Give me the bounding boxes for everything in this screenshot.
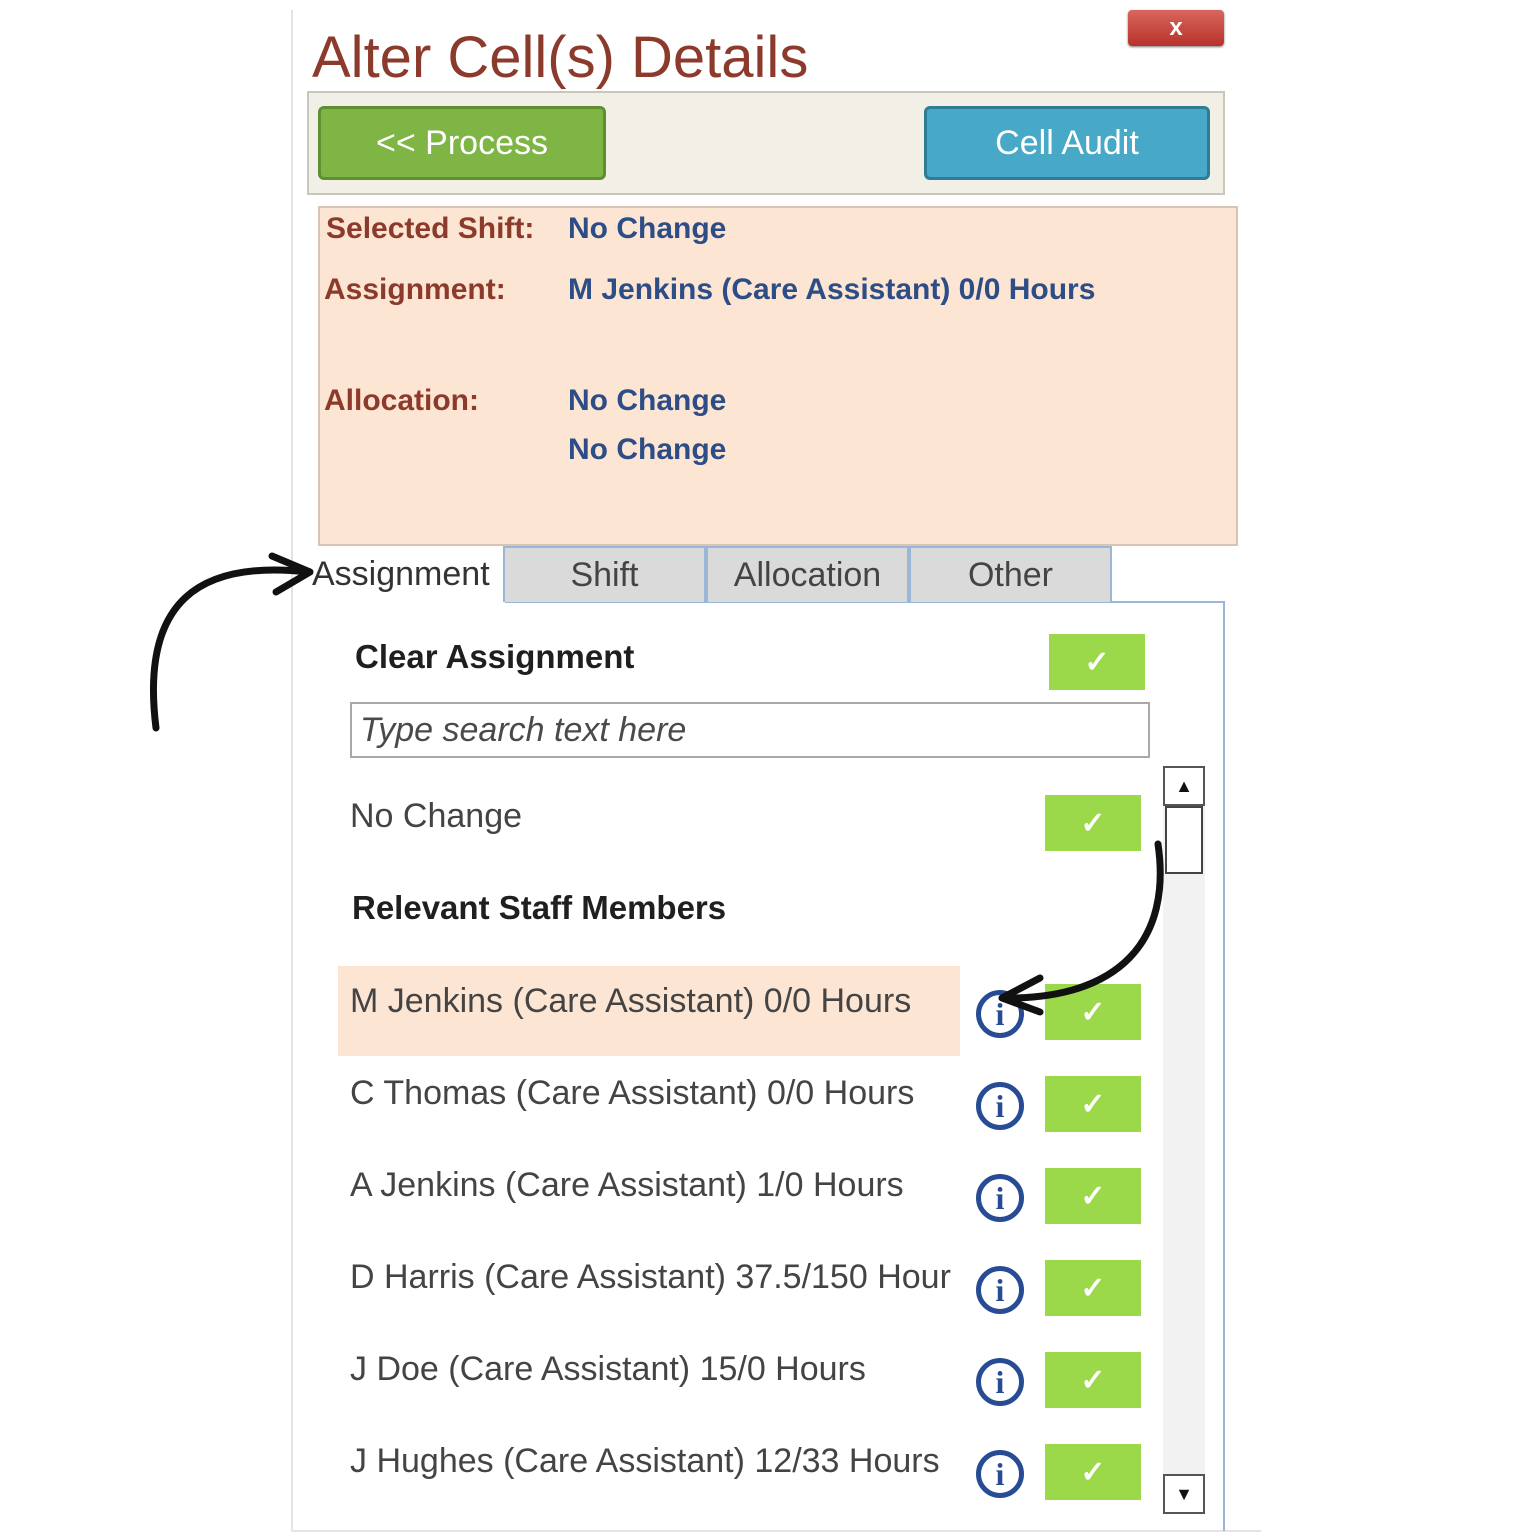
select-staff-button[interactable]: ✓ xyxy=(1045,1076,1141,1132)
staff-row: J Doe (Care Assistant) 15/0 Hours i ✓ xyxy=(0,1340,1160,1432)
arrow-down-icon: ▼ xyxy=(1175,1483,1193,1504)
tab-allocation[interactable]: Allocation xyxy=(706,546,909,602)
check-icon: ✓ xyxy=(1084,645,1110,679)
select-staff-button[interactable]: ✓ xyxy=(1045,1352,1141,1408)
close-button[interactable]: x xyxy=(1128,10,1224,46)
allocation-label: Allocation: xyxy=(324,384,479,417)
tab-assignment[interactable]: Assignment xyxy=(312,546,502,602)
cell-audit-button[interactable]: Cell Audit xyxy=(924,106,1210,180)
info-icon[interactable]: i xyxy=(976,1358,1024,1406)
staff-row: M Jenkins (Care Assistant) 0/0 Hours i ✓ xyxy=(0,972,1160,1064)
info-icon[interactable]: i xyxy=(976,1450,1024,1498)
selected-shift-value: No Change xyxy=(568,212,727,245)
panel-right-border xyxy=(1223,601,1225,1531)
staff-row: J Hughes (Care Assistant) 12/33 Hours i … xyxy=(0,1432,1160,1524)
dialog-bottom-border xyxy=(291,1530,1261,1532)
staff-name[interactable]: D Harris (Care Assistant) 37.5/150 Hour xyxy=(350,1258,951,1297)
no-change-label: No Change xyxy=(350,797,523,835)
check-icon: ✓ xyxy=(1080,1087,1106,1121)
tab-shift[interactable]: Shift xyxy=(503,546,706,602)
check-icon: ✓ xyxy=(1080,995,1106,1029)
check-icon: ✓ xyxy=(1080,1363,1106,1397)
allocation-value-primary: No Change xyxy=(568,384,727,417)
staff-name[interactable]: J Hughes (Care Assistant) 12/33 Hours xyxy=(350,1442,940,1481)
select-staff-button[interactable]: ✓ xyxy=(1045,1260,1141,1316)
select-staff-button[interactable]: ✓ xyxy=(1045,984,1141,1040)
tab-other[interactable]: Other xyxy=(909,546,1112,602)
staff-list-scrollbar[interactable] xyxy=(1163,766,1205,1514)
info-icon[interactable]: i xyxy=(976,1082,1024,1130)
check-icon: ✓ xyxy=(1080,1179,1106,1213)
staff-name[interactable]: C Thomas (Care Assistant) 0/0 Hours xyxy=(350,1074,914,1113)
scroll-up-button[interactable]: ▲ xyxy=(1163,766,1205,806)
check-icon: ✓ xyxy=(1080,1455,1106,1489)
info-icon[interactable]: i xyxy=(976,1266,1024,1314)
staff-row: D Harris (Care Assistant) 37.5/150 Hour … xyxy=(0,1248,1160,1340)
selection-summary: Selected Shift: No Change Assignment: M … xyxy=(318,206,1238,546)
arrow-to-assignment-tab xyxy=(149,566,312,732)
allocation-value-secondary: No Change xyxy=(568,433,727,466)
info-icon[interactable]: i xyxy=(976,1174,1024,1222)
selected-shift-label: Selected Shift: xyxy=(326,212,535,245)
close-icon: x xyxy=(1169,14,1183,41)
process-button[interactable]: << Process xyxy=(318,106,606,180)
clear-assignment-button[interactable]: ✓ xyxy=(1049,634,1145,690)
info-icon[interactable]: i xyxy=(976,990,1024,1038)
scroll-down-button[interactable]: ▼ xyxy=(1163,1474,1205,1514)
check-icon: ✓ xyxy=(1080,806,1106,840)
select-staff-button[interactable]: ✓ xyxy=(1045,1168,1141,1224)
staff-name[interactable]: A Jenkins (Care Assistant) 1/0 Hours xyxy=(350,1166,904,1205)
arrow-up-icon: ▲ xyxy=(1175,775,1193,796)
staff-row: A Jenkins (Care Assistant) 1/0 Hours i ✓ xyxy=(0,1156,1160,1248)
clear-assignment-label: Clear Assignment xyxy=(355,638,635,675)
assignment-label: Assignment: xyxy=(324,273,506,306)
staff-search-input[interactable] xyxy=(350,702,1150,758)
no-change-button[interactable]: ✓ xyxy=(1045,795,1141,851)
assignment-value: M Jenkins (Care Assistant) 0/0 Hours xyxy=(568,273,1096,306)
staff-name[interactable]: J Doe (Care Assistant) 15/0 Hours xyxy=(350,1350,866,1389)
select-staff-button[interactable]: ✓ xyxy=(1045,1444,1141,1500)
dialog-title: Alter Cell(s) Details xyxy=(312,25,809,90)
check-icon: ✓ xyxy=(1080,1271,1106,1305)
staff-row: C Thomas (Care Assistant) 0/0 Hours i ✓ xyxy=(0,1064,1160,1156)
relevant-staff-heading: Relevant Staff Members xyxy=(352,889,727,926)
scrollbar-thumb[interactable] xyxy=(1165,806,1203,874)
staff-name[interactable]: M Jenkins (Care Assistant) 0/0 Hours xyxy=(350,982,911,1021)
